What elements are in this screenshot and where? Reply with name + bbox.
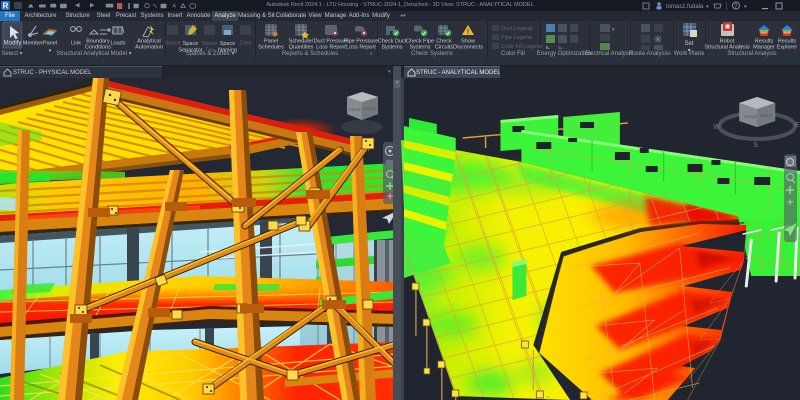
svg-text:R: R <box>3 2 9 11</box>
svg-text:RIGHT: RIGHT <box>760 113 773 118</box>
svg-text:RIGHT: RIGHT <box>364 106 377 111</box>
svg-text:Separator: Separator <box>178 48 202 54</box>
svg-text:Quantities: Quantities <box>289 45 314 51</box>
svg-text:»: » <box>669 51 672 57</box>
svg-text:tomasz.fudala: tomasz.fudala <box>666 4 704 10</box>
svg-text:Structural Analytical Model ▾: Structural Analytical Model ▾ <box>56 51 131 57</box>
svg-text:Space: Space <box>183 41 199 47</box>
svg-text:Structural Analysis: Structural Analysis <box>727 51 776 57</box>
svg-text:»: » <box>370 51 373 57</box>
svg-text:▾: ▾ <box>744 4 747 10</box>
svg-text:Disconnects: Disconnects <box>453 45 483 51</box>
svg-text:Modify: Modify <box>4 41 22 47</box>
svg-text:Naming: Naming <box>218 48 237 54</box>
svg-text:Pipe Legend: Pipe Legend <box>501 35 532 41</box>
svg-text:Link: Link <box>71 41 81 47</box>
svg-text:Color Fill Legend: Color Fill Legend <box>501 44 543 50</box>
svg-text:Electrical Analysis: Electrical Analysis <box>585 51 633 57</box>
svg-text:Schedules: Schedules <box>258 45 284 51</box>
svg-text:Circuits: Circuits <box>435 45 454 51</box>
svg-text:E: E <box>795 122 800 129</box>
svg-text:Reports & Schedules: Reports & Schedules <box>282 51 338 57</box>
svg-text:Set: Set <box>684 41 693 47</box>
svg-text:Member: Member <box>23 41 43 47</box>
svg-text:Space: Space <box>220 41 236 47</box>
svg-text:▾: ▾ <box>49 48 52 54</box>
svg-text:Panel: Panel <box>43 41 57 47</box>
svg-text:▾: ▾ <box>612 27 615 33</box>
svg-text:S: S <box>753 142 758 149</box>
svg-text:Explorer: Explorer <box>777 45 798 51</box>
svg-text:A: A <box>173 4 177 10</box>
svg-text:Structural Analysis: Structural Analysis <box>704 45 749 51</box>
svg-text:!: ! <box>467 29 469 36</box>
svg-text:Color Fill: Color Fill <box>501 51 525 57</box>
svg-text:Space: Space <box>202 41 218 47</box>
svg-text:Loss Report: Loss Report <box>346 45 376 51</box>
svg-text:Duct Legend: Duct Legend <box>501 26 532 32</box>
svg-text:Systems: Systems <box>381 45 402 51</box>
svg-text:Route Analysis: Route Analysis <box>629 51 669 57</box>
svg-text:Automation: Automation <box>135 45 163 51</box>
svg-text:Conditions: Conditions <box>85 45 111 51</box>
svg-text:Loss Report: Loss Report <box>316 45 346 51</box>
svg-text:FRONT: FRONT <box>744 114 758 119</box>
svg-text:Tag: Tag <box>205 48 214 54</box>
svg-text:Zone: Zone <box>239 41 252 47</box>
svg-text:FRONT: FRONT <box>349 107 363 112</box>
svg-text:Loads: Loads <box>111 41 126 47</box>
svg-text:Systems: Systems <box>409 45 430 51</box>
svg-text:Select ▾: Select ▾ <box>1 51 22 57</box>
svg-text:Energy Optimization: Energy Optimization <box>537 51 591 57</box>
svg-text:Check Systems: Check Systems <box>411 51 453 57</box>
svg-text:Manager: Manager <box>753 45 775 51</box>
svg-text:Space: Space <box>165 41 181 47</box>
svg-text:W: W <box>713 124 720 131</box>
svg-text:▾: ▾ <box>706 4 709 10</box>
